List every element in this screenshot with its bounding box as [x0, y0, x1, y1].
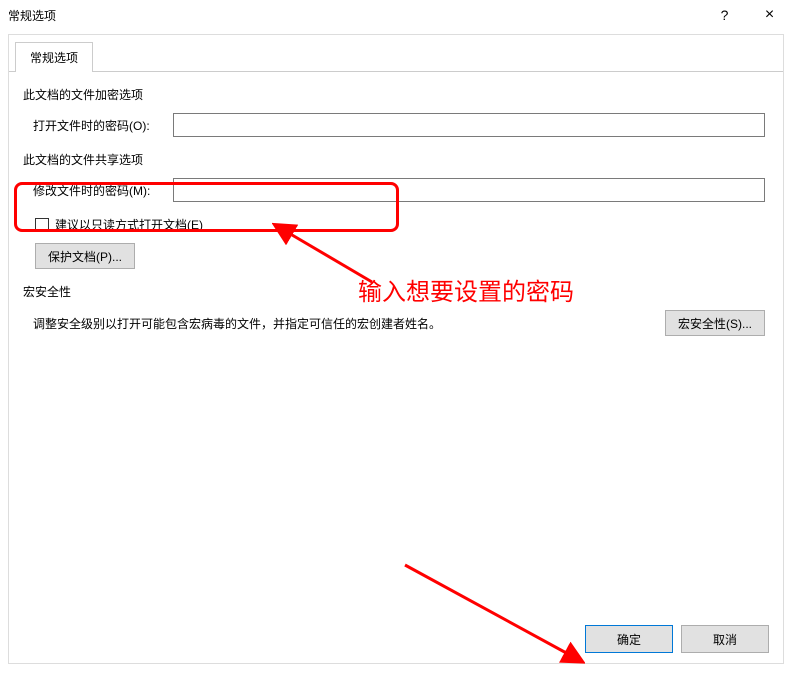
close-button[interactable]: ×	[747, 0, 792, 30]
close-icon: ×	[765, 6, 774, 24]
footer-buttons: 确定 取消	[585, 625, 769, 653]
tab-strip: 常规选项	[9, 41, 783, 72]
help-icon: ?	[721, 7, 729, 23]
readonly-checkbox-row[interactable]: 建议以只读方式打开文档(E)	[35, 216, 769, 233]
macro-section-label: 宏安全性	[23, 283, 769, 300]
dialog-title: 常规选项	[8, 7, 702, 24]
readonly-checkbox[interactable]	[35, 218, 49, 232]
protect-row: 保护文档(P)...	[35, 243, 769, 269]
readonly-label: 建议以只读方式打开文档(E)	[55, 216, 203, 233]
macro-description: 调整安全级别以打开可能包含宏病毒的文件，并指定可信任的宏创建者姓名。	[33, 315, 665, 332]
tab-general[interactable]: 常规选项	[15, 42, 93, 72]
cancel-button[interactable]: 取消	[681, 625, 769, 653]
protect-document-button[interactable]: 保护文档(P)...	[35, 243, 135, 269]
macro-row: 调整安全级别以打开可能包含宏病毒的文件，并指定可信任的宏创建者姓名。 宏安全性(…	[33, 310, 765, 336]
share-section-label: 此文档的文件共享选项	[23, 151, 769, 168]
open-password-input[interactable]	[173, 113, 765, 137]
open-password-row: 打开文件时的密码(O):	[33, 113, 769, 137]
encrypt-section-label: 此文档的文件加密选项	[23, 86, 769, 103]
help-button[interactable]: ?	[702, 0, 747, 30]
dialog-body: 常规选项 此文档的文件加密选项 打开文件时的密码(O): 此文档的文件共享选项 …	[8, 34, 784, 664]
macro-security-button[interactable]: 宏安全性(S)...	[665, 310, 765, 336]
ok-button[interactable]: 确定	[585, 625, 673, 653]
modify-password-row: 修改文件时的密码(M):	[33, 178, 769, 202]
modify-password-input[interactable]	[173, 178, 765, 202]
open-password-label: 打开文件时的密码(O):	[33, 117, 173, 134]
titlebar: 常规选项 ? ×	[0, 0, 792, 30]
content: 此文档的文件加密选项 打开文件时的密码(O): 此文档的文件共享选项 修改文件时…	[9, 72, 783, 336]
modify-password-label: 修改文件时的密码(M):	[33, 182, 173, 199]
